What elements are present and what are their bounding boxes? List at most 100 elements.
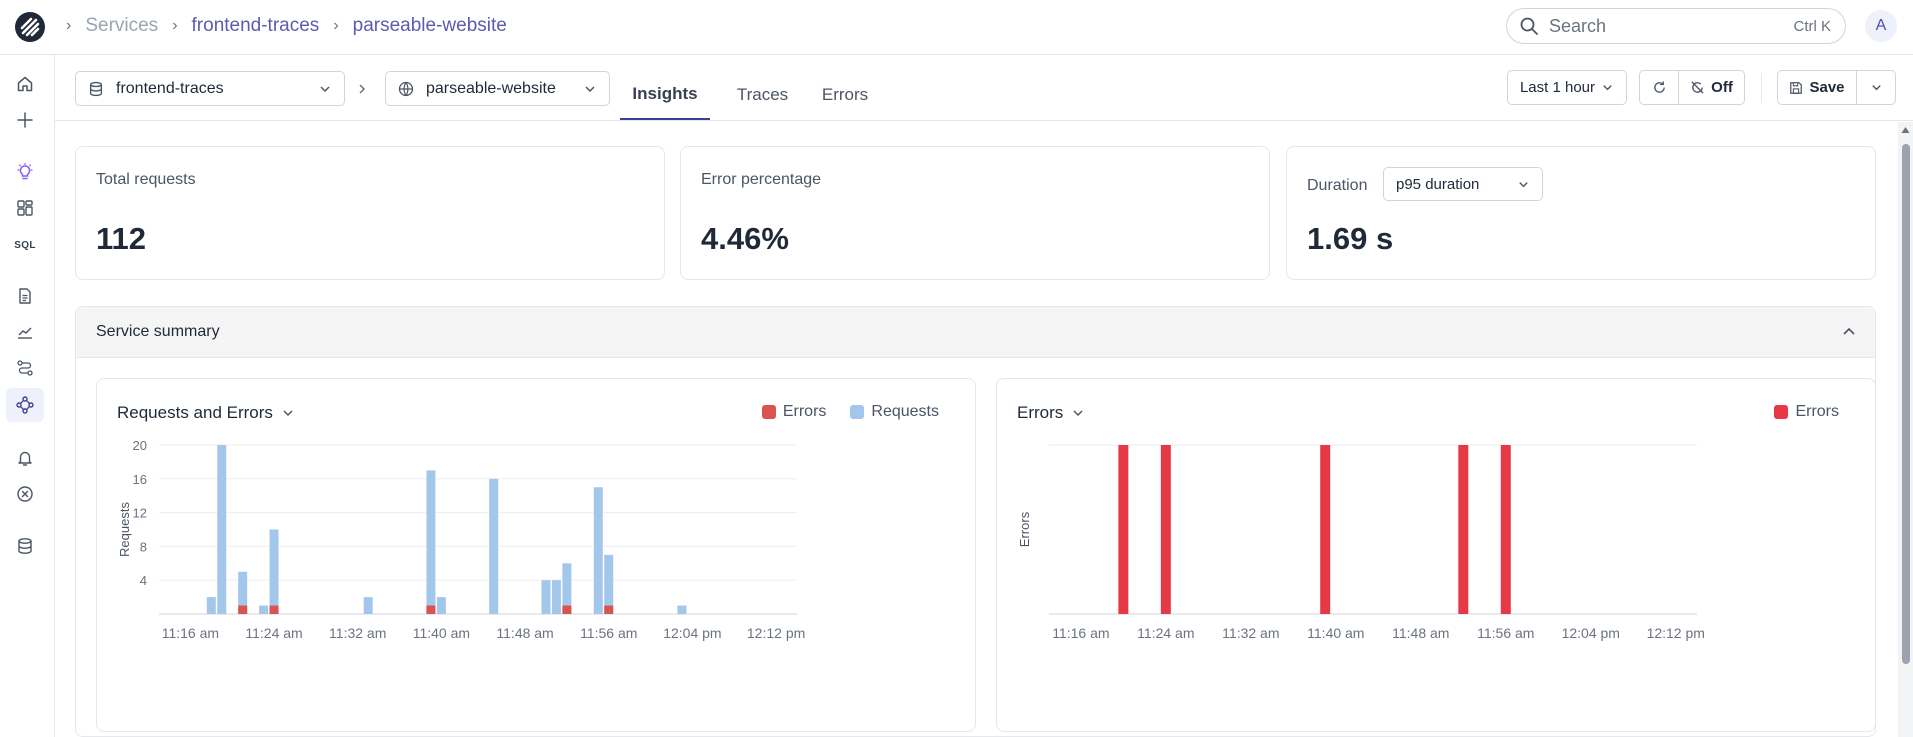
request-bar [593,487,603,614]
duration-metric-value: p95 duration [1396,175,1480,193]
time-range-value: Last 1 hour [1519,79,1596,96]
home-icon [17,76,33,92]
chevron-up-icon[interactable] [1841,324,1857,340]
card-value: 1.69 s [1307,221,1394,256]
request-bar [269,529,279,614]
x-tick-label: 11:48 am [1392,625,1449,641]
service-toolbar: frontend-traces parseable-website Insigh… [55,55,1913,121]
refresh-icon [1653,81,1665,93]
x-tick-label: 11:16 am [162,625,219,641]
save-label: Save [1809,79,1845,96]
chevron-down-icon [1871,85,1881,91]
error-bar [562,605,572,614]
chevron-right-icon: › [172,17,178,34]
chevron-down-icon [1603,85,1612,91]
x-tick-label: 12:12 pm [1647,625,1705,641]
save-button[interactable]: Save [1777,70,1857,105]
service-select[interactable]: parseable-website [385,71,610,106]
tab-errors[interactable]: Errors [805,70,885,120]
breadcrumb-stream[interactable]: frontend-traces [192,15,320,37]
scroll-up-icon[interactable] [1901,126,1910,134]
breadcrumb-services[interactable]: Services [85,15,158,37]
search-shortcut: Ctrl K [1793,17,1832,35]
error-bar [1458,445,1469,614]
x-tick-label: 11:32 am [1222,625,1279,641]
save-options-button[interactable] [1856,70,1896,105]
sidebar-item-datasets[interactable] [6,529,44,563]
tab-traces[interactable]: Traces [720,70,805,120]
time-range-select[interactable]: Last 1 hour [1507,70,1627,105]
sidebar-item-home[interactable] [6,67,44,101]
database-icon [90,81,102,96]
request-bar [604,554,614,614]
error-percentage-card: Error percentage 4.46% [680,146,1270,280]
sidebar-item-sql[interactable]: SQL [6,228,44,262]
service-select-value: parseable-website [426,79,556,97]
plus-icon [17,112,33,128]
request-bar [436,597,446,614]
x-tick-label: 11:48 am [496,625,553,641]
chevron-down-icon [320,85,330,92]
chevron-right-icon: › [333,17,339,34]
x-tick-label: 11:32 am [329,625,386,641]
error-bar [604,605,614,614]
x-tick-label: 11:40 am [413,625,470,641]
x-tick-label: 11:24 am [1137,625,1194,641]
request-bar [551,580,561,614]
page-scrollbar[interactable] [1898,122,1913,737]
search-input[interactable]: Search Ctrl K [1506,8,1846,44]
sidebar-item-services[interactable] [6,388,44,422]
breadcrumb-service[interactable]: parseable-website [353,15,507,37]
search-icon [1520,17,1538,35]
service-summary: Service summary Requests and Errors Erro… [75,306,1876,737]
dashboard-icon [17,200,33,216]
x-tick-label: 11:16 am [1052,625,1109,641]
request-bar [363,597,373,614]
card-value: 112 [96,221,147,256]
toolbar-divider [1761,73,1762,103]
stream-select-value: frontend-traces [116,79,224,97]
error-bar [1500,445,1511,614]
card-label: Error percentage [701,171,822,188]
avatar[interactable]: A [1865,10,1897,42]
parseable-logo[interactable] [14,11,46,43]
error-bar [1320,445,1331,614]
sidebar-item-alerts[interactable] [6,441,44,475]
chevron-down-icon [1519,181,1528,187]
tab-insights[interactable]: Insights [620,70,710,120]
breadcrumb: › Services › frontend-traces › parseable… [66,0,507,52]
chart-line-icon [18,327,32,339]
y-tick-label: 8 [140,539,147,554]
sidebar-item-logs[interactable] [6,279,44,313]
y-tick-label: 4 [140,573,147,588]
service-summary-header[interactable]: Service summary [76,307,1875,358]
document-icon [19,288,31,304]
request-bar [217,445,227,614]
sidebar-item-dashboards[interactable] [6,191,44,225]
refresh-button[interactable] [1639,70,1679,105]
sidebar-item-create[interactable] [6,103,44,137]
request-bar [259,605,269,614]
lightbulb-icon [17,163,33,180]
sidebar-item-metrics[interactable] [6,315,44,349]
sidebar-item-pipelines[interactable] [6,351,44,385]
stream-select[interactable]: frontend-traces [75,71,345,106]
auto-refresh-label: Off [1711,79,1733,96]
service-summary-title: Service summary [96,323,220,340]
auto-refresh-toggle[interactable]: Off [1678,70,1745,105]
sidebar: SQL [0,55,55,737]
card-label: Total requests [96,171,196,188]
duration-metric-select[interactable]: p95 duration [1383,167,1543,201]
chevron-right-icon [359,84,366,94]
sidebar-item-insights[interactable] [6,155,44,189]
top-bar: › Services › frontend-traces › parseable… [0,0,1913,55]
errors-panel: Errors Errors Errors 11:16 am 11:24 am 11:3… [996,378,1876,732]
y-tick-label: 20 [133,438,147,453]
refresh-off-icon [1691,81,1704,94]
scrollbar-thumb[interactable] [1902,144,1910,664]
y-axis-label: Errors [1017,511,1032,547]
request-bar [489,478,499,614]
flow-icon [17,360,33,376]
x-tick-label: 11:24 am [245,625,302,641]
sidebar-item-errors[interactable] [6,477,44,511]
